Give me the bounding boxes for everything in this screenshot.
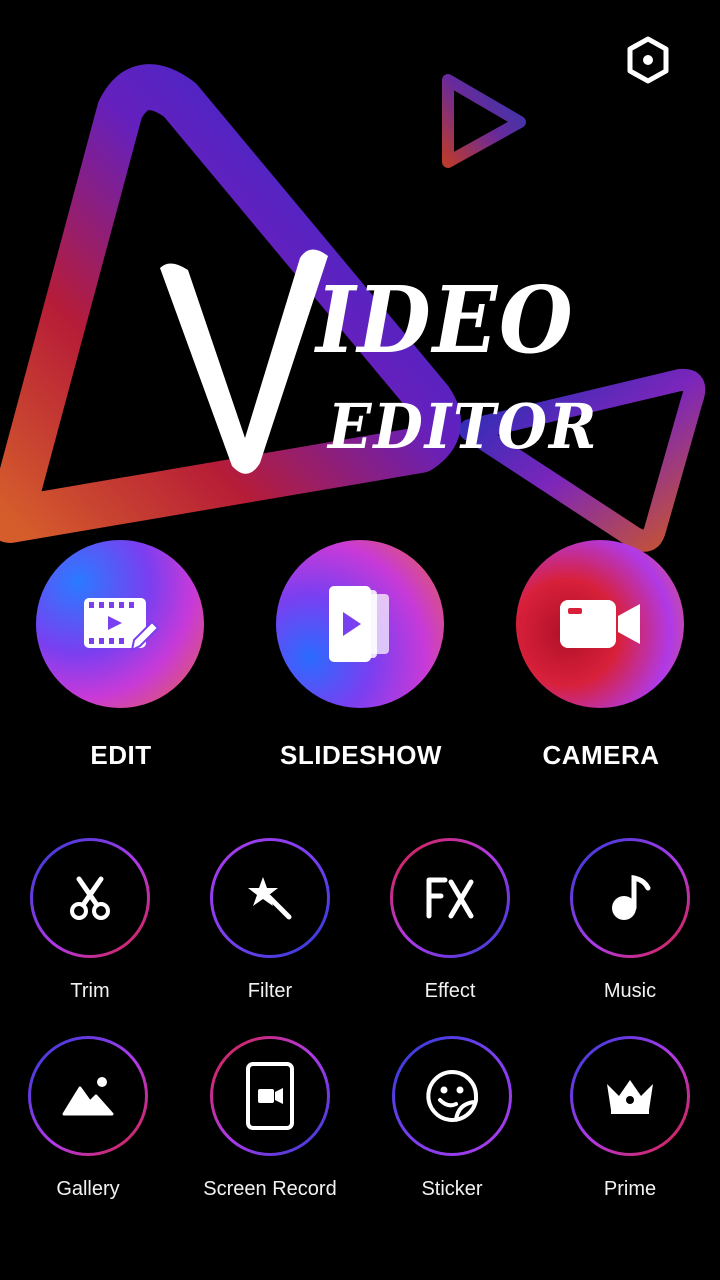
video-camera-icon bbox=[560, 600, 640, 648]
magic-wand-icon bbox=[248, 877, 292, 920]
edit-label: EDIT bbox=[90, 740, 152, 770]
music-ring bbox=[570, 838, 690, 958]
prime-ring bbox=[570, 1036, 690, 1156]
camera-circle bbox=[516, 540, 684, 708]
logo-word-editor: EDITOR bbox=[328, 390, 599, 463]
hexagon-settings-icon bbox=[627, 36, 669, 84]
effect-ring bbox=[390, 838, 510, 958]
screen-record-icon bbox=[246, 1062, 294, 1130]
slideshow-circle bbox=[276, 540, 444, 708]
sticker-ring bbox=[392, 1036, 512, 1156]
filter-label: Filter bbox=[247, 980, 293, 1002]
prime-button[interactable]: Prime bbox=[570, 1036, 690, 1200]
settings-button[interactable] bbox=[622, 34, 674, 86]
film-edit-icon bbox=[84, 598, 160, 652]
edit-button[interactable]: EDIT bbox=[36, 540, 206, 770]
effect-label: Effect bbox=[424, 980, 476, 1002]
music-label: Music bbox=[603, 980, 657, 1002]
gallery-ring bbox=[28, 1036, 148, 1156]
gallery-button[interactable]: Gallery bbox=[28, 1036, 148, 1200]
slideshow-icon bbox=[329, 586, 389, 662]
crown-icon bbox=[607, 1080, 653, 1114]
music-button[interactable]: Music bbox=[570, 838, 690, 1002]
screen-record-ring bbox=[210, 1036, 330, 1156]
gallery-label: Gallery bbox=[56, 1178, 120, 1200]
trim-ring bbox=[30, 838, 150, 958]
prime-label: Prime bbox=[603, 1178, 657, 1200]
filter-ring bbox=[210, 838, 330, 958]
logo-word-ideo: IDEO bbox=[316, 266, 575, 374]
sticker-label: Sticker bbox=[421, 1178, 483, 1200]
camera-label: CAMERA bbox=[542, 740, 660, 770]
effect-button[interactable]: Effect bbox=[390, 838, 510, 1002]
trim-button[interactable]: Trim bbox=[30, 838, 150, 1002]
scissors-icon bbox=[70, 876, 110, 920]
camera-button[interactable]: CAMERA bbox=[516, 540, 686, 770]
logo-v-letter bbox=[160, 249, 328, 474]
edit-circle bbox=[36, 540, 204, 708]
fx-icon bbox=[426, 877, 474, 919]
slideshow-label: SLIDESHOW bbox=[280, 740, 442, 770]
filter-button[interactable]: Filter bbox=[210, 838, 330, 1002]
music-note-icon bbox=[612, 874, 651, 920]
slideshow-button[interactable]: SLIDESHOW bbox=[276, 540, 446, 770]
image-icon bbox=[62, 1077, 114, 1116]
sticker-icon bbox=[426, 1069, 478, 1122]
screen-record-button[interactable]: Screen Record bbox=[203, 1036, 337, 1200]
sticker-button[interactable]: Sticker bbox=[392, 1036, 512, 1200]
screen-record-label: Screen Record bbox=[203, 1178, 337, 1200]
trim-label: Trim bbox=[70, 980, 110, 1002]
